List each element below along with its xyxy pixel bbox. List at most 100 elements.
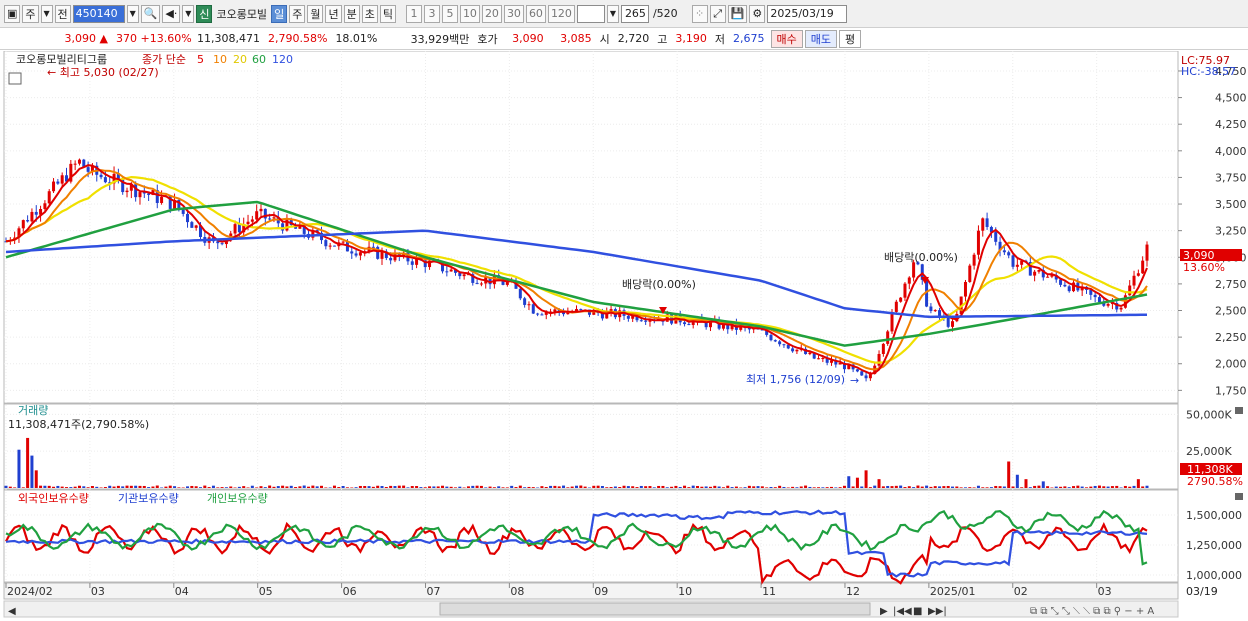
panel-close-icon[interactable] [1235, 493, 1243, 500]
volume-bar [726, 485, 730, 488]
chevron-down-icon[interactable]: ▼ [40, 4, 53, 23]
volume-bar [453, 487, 457, 488]
sell-button[interactable]: 매도 [804, 29, 838, 48]
chevron-down-icon[interactable]: ▼ [182, 4, 195, 23]
volume-bar [605, 487, 609, 488]
candle-body [518, 288, 522, 299]
candle-body [324, 240, 328, 247]
interval-custom-input[interactable] [576, 4, 605, 23]
layout-icon[interactable]: ▣ [4, 4, 21, 23]
x-tick-label: 2025/01 [930, 585, 976, 598]
chevron-down-icon[interactable]: ▼ [126, 4, 139, 23]
pct-tag: 13.60% [1183, 261, 1225, 274]
volume-bar [881, 486, 885, 488]
interval-60[interactable]: 60 [525, 4, 546, 23]
interval-5[interactable]: 5 [441, 4, 458, 23]
period-month-tab[interactable]: 월 [307, 4, 324, 23]
chart-svg[interactable]: 4,7504,5004,2504,0003,7503,5003,2503,000… [0, 50, 1248, 621]
grid-icon[interactable]: ⁘ [691, 4, 708, 23]
volume-bar [989, 487, 993, 488]
stock-name: 코오롱모빌 [216, 7, 268, 21]
ma60-label: 60 [252, 53, 266, 66]
volume-bar [1033, 485, 1037, 488]
volume-bar [263, 487, 267, 488]
buy-button[interactable]: 매수 [770, 29, 803, 48]
candle-body [26, 220, 30, 222]
code-input[interactable]: 450140 [72, 4, 125, 23]
volume-bar [393, 486, 397, 488]
first-page-icon[interactable]: |◀◀ [893, 606, 912, 617]
period-day-tab[interactable]: 일 [271, 4, 288, 23]
period-year-tab[interactable]: 년 [325, 4, 342, 23]
volume-bar [1041, 481, 1045, 488]
last-page-icon[interactable]: ▶▶| [928, 606, 947, 617]
volume-bar [1084, 487, 1088, 488]
volume-bar [795, 487, 799, 488]
volume-bar [320, 485, 324, 488]
stop-icon[interactable]: ■ [913, 606, 922, 617]
candle-body [1132, 275, 1136, 286]
candle-body [946, 317, 950, 327]
candle-body [976, 230, 980, 255]
expand-icon[interactable]: ⤢ [709, 4, 726, 23]
scroll-right-icon[interactable]: ▶ [880, 606, 888, 617]
interval-30[interactable]: 30 [503, 4, 524, 23]
period-second-tab[interactable]: 초 [361, 4, 378, 23]
volume-bar [363, 486, 367, 488]
search-icon[interactable]: 🔍 [140, 4, 161, 23]
volume-bar [86, 487, 90, 488]
scrollbar-thumb[interactable] [439, 602, 871, 616]
trade-amount: 33,929백만 [410, 32, 470, 46]
volume-bar [942, 486, 946, 488]
calculator-icon[interactable] [8, 72, 22, 85]
type-select[interactable]: 전 [54, 4, 71, 23]
count-input[interactable]: 265 [620, 4, 649, 23]
x-tick-label: 10 [678, 585, 692, 598]
chevron-down-icon[interactable]: ▼ [606, 4, 619, 23]
gear-icon[interactable]: ⚙ [749, 4, 766, 23]
volume-bar [60, 486, 64, 488]
volume-title: 거래량 [18, 404, 48, 417]
period-minute-tab[interactable]: 분 [343, 4, 360, 23]
volume-bar [998, 486, 1002, 488]
candle-body [963, 281, 967, 297]
volume-bar [1102, 486, 1106, 488]
turnover: 18.01% [335, 32, 378, 45]
scroll-left-icon[interactable]: ◀ [8, 606, 16, 617]
x-tick-label: 12 [846, 585, 860, 598]
interval-10[interactable]: 10 [459, 4, 480, 23]
avg-button[interactable]: 평 [839, 29, 862, 48]
market-select[interactable]: 주 [22, 4, 39, 23]
y-tick-label: 2,250 [1215, 331, 1247, 344]
period-week-tab[interactable]: 주 [289, 4, 306, 23]
panel-close-icon[interactable] [1235, 407, 1243, 414]
candle-body [540, 314, 544, 316]
volume-bar [380, 486, 384, 488]
volume-bar [652, 487, 656, 488]
period-tick-tab[interactable]: 틱 [379, 4, 396, 23]
volume-bar [933, 486, 937, 488]
price-change: 370 +13.60% [116, 32, 192, 45]
interval-120[interactable]: 120 [547, 4, 575, 23]
candle-body [553, 309, 557, 312]
interval-3[interactable]: 3 [423, 4, 440, 23]
volume-bar [294, 487, 298, 488]
candle-body [1033, 271, 1037, 276]
chart-area[interactable]: 4,7504,5004,2504,0003,7503,5003,2503,000… [0, 50, 1248, 621]
interval-20[interactable]: 20 [481, 4, 502, 23]
speaker-icon[interactable]: ◀· [162, 4, 181, 23]
interval-1[interactable]: 1 [405, 4, 422, 23]
tool-icons[interactable]: ⧉ ⧉ ⤡ ⤡ ⟍ ⟍ ⧉ ⧉ ⚲ − + A [1030, 606, 1154, 617]
volume-bar [553, 485, 557, 488]
inst-legend: 기관보유수량 [118, 492, 179, 505]
volume-bar [527, 486, 531, 488]
date-input[interactable]: 2025/03/19 [767, 4, 848, 23]
volume-bar [985, 487, 989, 488]
volume-bar [631, 486, 635, 488]
volume-bar [1128, 486, 1132, 488]
ma-label: 종가 단순 [142, 53, 186, 66]
candle-body [1141, 260, 1145, 274]
volume-bar [644, 486, 648, 488]
save-icon[interactable]: 💾 [727, 4, 748, 23]
foreign-legend: 외국인보유수량 [18, 492, 89, 505]
